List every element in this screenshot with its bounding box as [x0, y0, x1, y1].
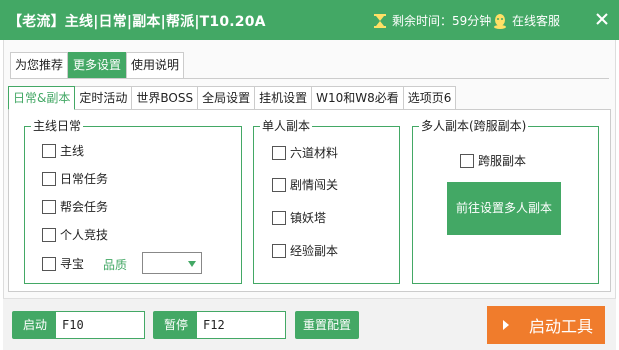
- start-label-text: 启动: [22, 318, 47, 332]
- checkbox-story-stage[interactable]: 剧情闯关: [272, 176, 338, 193]
- checkbox-label: 剧情闯关: [290, 178, 339, 192]
- checkbox-label: 镇妖塔: [290, 211, 327, 225]
- remaining-time: 剩余时间：59分钟: [374, 12, 491, 29]
- tab-daily-dungeon[interactable]: 日常&副本: [8, 86, 76, 110]
- checkbox-daily-task[interactable]: 日常任务: [42, 170, 108, 187]
- checkbox-box[interactable]: [42, 227, 56, 242]
- checkbox-treasure-hunt[interactable]: 寻宝: [42, 255, 84, 272]
- checkbox-box[interactable]: [272, 243, 286, 258]
- group-main-daily-legend: 主线日常: [31, 119, 84, 133]
- pause-hotkey-value: F12: [203, 318, 225, 332]
- play-icon: [503, 320, 509, 330]
- sub-tabs: 日常&副本 定时活动 世界BOSS 全局设置 挂机设置 W10和W8必看 选项页…: [8, 86, 457, 110]
- checkbox-label: 跨服副本: [478, 154, 527, 168]
- tab-timed-events[interactable]: 定时活动: [74, 86, 133, 110]
- tab-divider: [10, 78, 609, 79]
- checkbox-box[interactable]: [272, 177, 286, 192]
- online-service-link[interactable]: 在线客服: [492, 12, 560, 29]
- tab-instructions[interactable]: 使用说明: [126, 52, 185, 78]
- launch-tool-button[interactable]: 启动工具: [487, 306, 605, 344]
- tab-world-boss[interactable]: 世界BOSS: [131, 86, 199, 110]
- tab-recommend[interactable]: 为您推荐: [10, 52, 69, 78]
- checkbox-box[interactable]: [42, 143, 56, 158]
- start-hotkey-input[interactable]: F10: [55, 311, 145, 339]
- checkbox-box[interactable]: [272, 145, 286, 160]
- checkbox-guild-task[interactable]: 帮会任务: [42, 198, 108, 215]
- quality-label: 品质: [103, 258, 128, 272]
- tab-more-settings[interactable]: 更多设置: [68, 52, 127, 78]
- checkbox-label: 个人竞技: [60, 228, 109, 242]
- tab-idle-settings[interactable]: 挂机设置: [254, 86, 313, 110]
- pause-hotkey-input[interactable]: F12: [196, 311, 286, 339]
- start-hotkey-value: F10: [62, 318, 84, 332]
- group-multi-dungeon-legend: 多人副本(跨服副本): [419, 119, 529, 133]
- reset-config-label: 重置配置: [302, 318, 351, 332]
- remaining-time-text: 剩余时间：59分钟: [392, 14, 492, 28]
- checkbox-box[interactable]: [42, 171, 56, 186]
- start-hotkey-label: 启动: [12, 311, 58, 339]
- group-single-dungeon-legend: 单人副本: [260, 119, 313, 133]
- tab-global-settings[interactable]: 全局设置: [197, 86, 256, 110]
- checkbox-label: 主线: [60, 144, 85, 158]
- pause-label-text: 暂停: [163, 318, 188, 332]
- checkbox-personal-arena[interactable]: 个人竞技: [42, 226, 108, 243]
- checkbox-main-quest[interactable]: 主线: [42, 142, 84, 159]
- close-icon[interactable]: [594, 11, 610, 27]
- hourglass-icon: [374, 13, 386, 28]
- checkbox-box[interactable]: [460, 153, 474, 168]
- tab-w10-w8[interactable]: W10和W8必看: [311, 86, 404, 110]
- launch-tool-label: 启动工具: [529, 317, 594, 336]
- top-tabs: 为您推荐 更多设置 使用说明: [10, 52, 185, 78]
- tab-option-6[interactable]: 选项页6: [402, 86, 457, 110]
- checkbox-exp-dungeon[interactable]: 经验副本: [272, 242, 338, 259]
- checkbox-box[interactable]: [42, 256, 56, 271]
- goto-multi-dungeon-label: 前往设置多人副本: [455, 201, 552, 215]
- checkbox-demon-tower[interactable]: 镇妖塔: [272, 209, 326, 226]
- pause-hotkey-label: 暂停: [153, 311, 199, 339]
- goto-multi-dungeon-button[interactable]: 前往设置多人副本: [447, 182, 561, 235]
- checkbox-box[interactable]: [272, 210, 286, 225]
- chevron-down-icon: [188, 261, 196, 267]
- online-service-text: 在线客服: [512, 14, 561, 28]
- quality-select[interactable]: [142, 252, 202, 274]
- qq-icon: [494, 13, 506, 29]
- checkbox-label: 寻宝: [60, 257, 85, 271]
- checkbox-label: 六道材料: [290, 146, 339, 160]
- checkbox-box[interactable]: [42, 199, 56, 214]
- checkbox-label: 经验副本: [290, 244, 339, 258]
- reset-config-button[interactable]: 重置配置: [295, 311, 359, 339]
- checkbox-six-paths[interactable]: 六道材料: [272, 144, 338, 161]
- checkbox-label: 日常任务: [60, 172, 109, 186]
- checkbox-label: 帮会任务: [60, 200, 109, 214]
- window-title: 【老流】主线|日常|副本|帮派|T10.20A: [8, 14, 266, 30]
- checkbox-cross-server[interactable]: 跨服副本: [460, 152, 526, 169]
- title-bar: 【老流】主线|日常|副本|帮派|T10.20A 剩余时间：59分钟 在线客服: [0, 0, 619, 40]
